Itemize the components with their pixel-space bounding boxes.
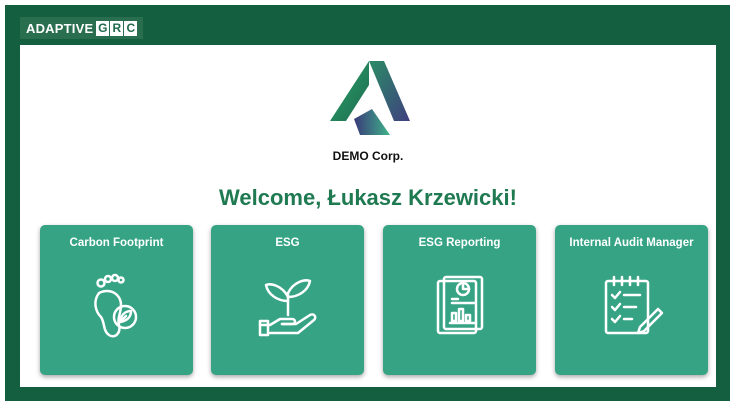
top-bar: ADAPTIVE G R C [5, 5, 730, 45]
tile-esg-reporting[interactable]: ESG Reporting [383, 225, 536, 375]
tile-title: ESG Reporting [418, 237, 501, 249]
tile-title: Internal Audit Manager [569, 237, 694, 249]
welcome-heading: Welcome, Łukasz Krzewicki! [219, 185, 517, 210]
tile-esg[interactable]: ESG [211, 225, 364, 375]
tile-title: Carbon Footprint [69, 237, 164, 249]
tile-internal-audit-manager[interactable]: Internal Audit Manager [555, 225, 708, 375]
brand-word: ADAPTIVE [26, 20, 94, 36]
tile-title: ESG [275, 237, 300, 249]
tile-carbon-footprint[interactable]: Carbon Footprint [40, 225, 193, 375]
brand-logo[interactable]: ADAPTIVE G R C [20, 17, 144, 39]
brand-letter-g: G [96, 20, 110, 36]
app-frame: ADAPTIVE G R C DEMO Corp. Welcome, Łukas… [5, 5, 730, 401]
plant-in-hand-icon [258, 279, 317, 337]
main-content: DEMO Corp. Welcome, Łukasz Krzewicki! Ca… [20, 45, 716, 387]
audit-checklist-icon [604, 275, 664, 335]
report-document-icon [436, 275, 484, 335]
brand-letter-c: C [124, 20, 138, 36]
brand-letter-r: R [110, 20, 124, 36]
brand-grc: G R C [95, 20, 138, 36]
footprint-icon [94, 273, 138, 338]
company-name: DEMO Corp. [332, 149, 404, 163]
company-logo [330, 61, 410, 135]
